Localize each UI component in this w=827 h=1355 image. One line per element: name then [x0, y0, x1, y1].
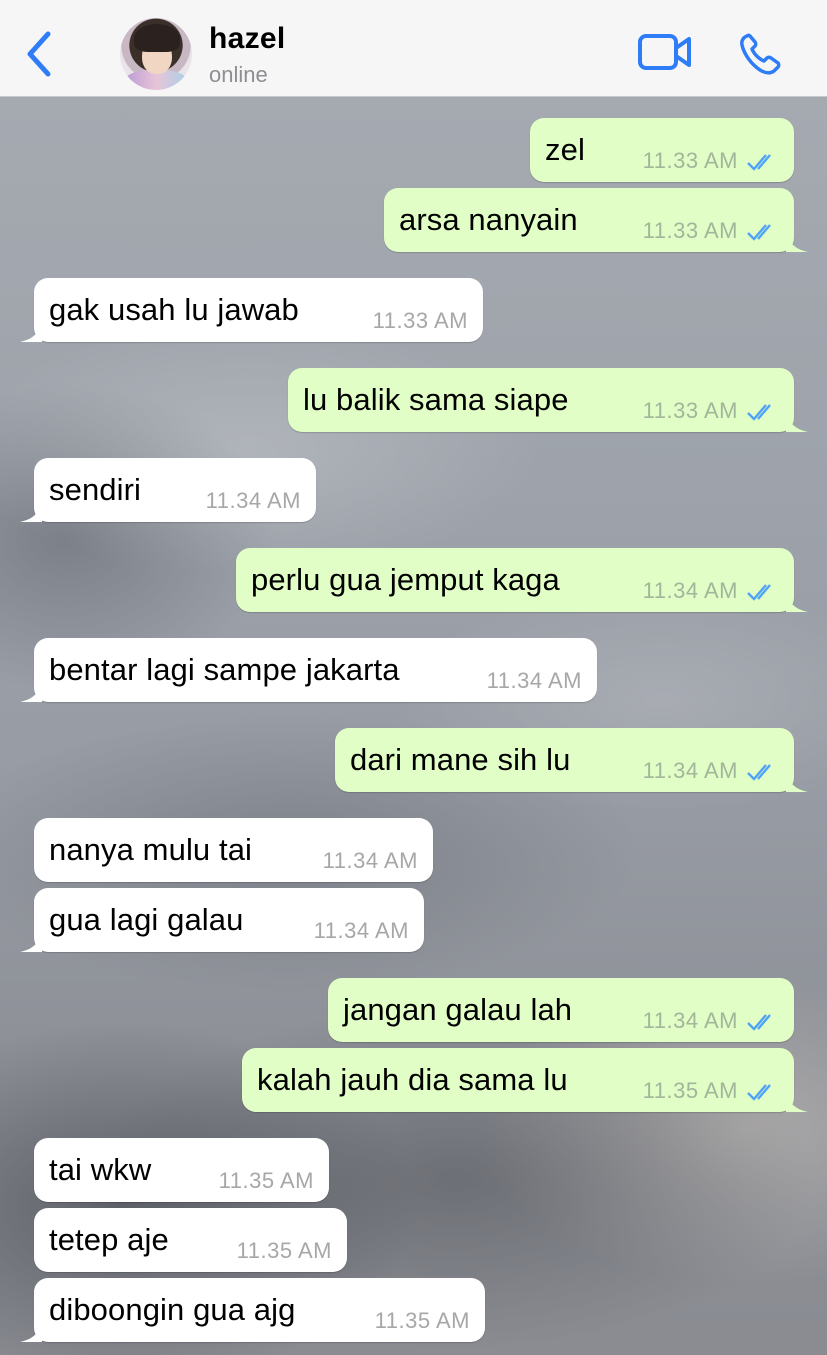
- message-time: 11.33 AM: [642, 148, 738, 173]
- message-text: sendiri: [49, 472, 142, 507]
- message-time: 11.35 AM: [218, 1168, 314, 1193]
- message-time: 11.33 AM: [642, 218, 738, 243]
- message-bubble-incoming[interactable]: bentar lagi sampe jakarta 11.34 AM: [20, 638, 597, 702]
- message-bubble-incoming[interactable]: gak usah lu jawab 11.33 AM: [20, 278, 483, 342]
- bubble-tail: [786, 410, 808, 432]
- message-text: perlu gua jemput kaga: [251, 562, 560, 597]
- voice-call-button[interactable]: [738, 32, 782, 76]
- avatar-image-hair: [134, 24, 180, 52]
- message-bubble-incoming[interactable]: tetep aje 11.35 AM: [34, 1208, 347, 1272]
- message-time: 11.34 AM: [322, 848, 418, 873]
- back-button[interactable]: [20, 28, 60, 82]
- message-text: gua lagi galau: [49, 902, 244, 937]
- read-receipt-icon: [747, 584, 771, 601]
- chat-message-list[interactable]: zel 11.33 AM arsa nanyain 11.33 AM gak u…: [0, 97, 827, 1355]
- message-bubble-outgoing[interactable]: dari mane sih lu 11.34 AM: [335, 728, 808, 792]
- message-time: 11.34 AM: [642, 1008, 738, 1033]
- message-text: jangan galau lah: [343, 992, 573, 1027]
- message-text: arsa nanyain: [399, 202, 578, 237]
- message-bubble-incoming[interactable]: diboongin gua ajg 11.35 AM: [20, 1278, 485, 1342]
- message-time: 11.33 AM: [642, 398, 738, 423]
- message-time: 11.34 AM: [313, 918, 409, 943]
- chat-screen: hazel online zel 11.33 AM arsa nanyain 1…: [0, 0, 827, 1355]
- bubble-tail: [20, 930, 42, 952]
- read-receipt-icon: [747, 404, 771, 421]
- message-text: gak usah lu jawab: [49, 292, 299, 327]
- message-bubble-outgoing[interactable]: lu balik sama siape 11.33 AM: [288, 368, 808, 432]
- message-time: 11.33 AM: [372, 308, 468, 333]
- message-bubble-outgoing[interactable]: kalah jauh dia sama lu 11.35 AM: [242, 1048, 808, 1112]
- message-time: 11.34 AM: [642, 758, 738, 783]
- message-text: dari mane sih lu: [350, 742, 571, 777]
- read-receipt-icon: [747, 1084, 771, 1101]
- message-bubble-incoming[interactable]: sendiri 11.34 AM: [20, 458, 316, 522]
- bubble-tail: [786, 1090, 808, 1112]
- contact-avatar[interactable]: [120, 18, 192, 90]
- message-time: 11.35 AM: [236, 1238, 332, 1263]
- message-time: 11.34 AM: [486, 668, 582, 693]
- bubble-tail: [20, 500, 42, 522]
- message-text: tai wkw: [49, 1152, 152, 1187]
- contact-name[interactable]: hazel: [209, 22, 286, 56]
- message-bubble-outgoing[interactable]: zel 11.33 AM: [530, 118, 794, 182]
- bubble-tail: [786, 770, 808, 792]
- message-bubble-incoming[interactable]: gua lagi galau 11.34 AM: [20, 888, 424, 952]
- message-text: diboongin gua ajg: [49, 1292, 296, 1327]
- message-text: lu balik sama siape: [303, 382, 569, 417]
- bubble-tail: [20, 320, 42, 342]
- message-time: 11.35 AM: [642, 1078, 738, 1103]
- message-text: kalah jauh dia sama lu: [257, 1062, 568, 1097]
- message-text: zel: [545, 132, 585, 167]
- message-bubble-outgoing[interactable]: perlu gua jemput kaga 11.34 AM: [236, 548, 808, 612]
- bubble-tail: [20, 680, 42, 702]
- message-time: 11.34 AM: [205, 488, 301, 513]
- message-time: 11.35 AM: [374, 1308, 470, 1333]
- contact-status: online: [209, 62, 268, 87]
- message-time: 11.34 AM: [642, 578, 738, 603]
- read-receipt-icon: [747, 154, 771, 171]
- message-text: tetep aje: [49, 1222, 169, 1257]
- bubble-tail: [786, 590, 808, 612]
- read-receipt-icon: [747, 764, 771, 781]
- phone-icon: [740, 33, 781, 75]
- chat-header: hazel online: [0, 0, 827, 97]
- message-bubble-incoming[interactable]: tai wkw 11.35 AM: [34, 1138, 329, 1202]
- message-bubble-incoming[interactable]: nanya mulu tai 11.34 AM: [34, 818, 433, 882]
- bubble-tail: [20, 1320, 42, 1342]
- video-camera-icon: [638, 34, 691, 70]
- read-receipt-icon: [747, 1014, 771, 1031]
- message-text: bentar lagi sampe jakarta: [49, 652, 400, 687]
- message-bubble-outgoing[interactable]: jangan galau lah 11.34 AM: [328, 978, 794, 1042]
- message-bubble-outgoing[interactable]: arsa nanyain 11.33 AM: [384, 188, 808, 252]
- video-call-button[interactable]: [637, 32, 693, 74]
- read-receipt-icon: [747, 224, 771, 241]
- bubble-tail: [786, 230, 808, 252]
- back-chevron-icon: [27, 31, 51, 77]
- message-text: nanya mulu tai: [49, 832, 253, 867]
